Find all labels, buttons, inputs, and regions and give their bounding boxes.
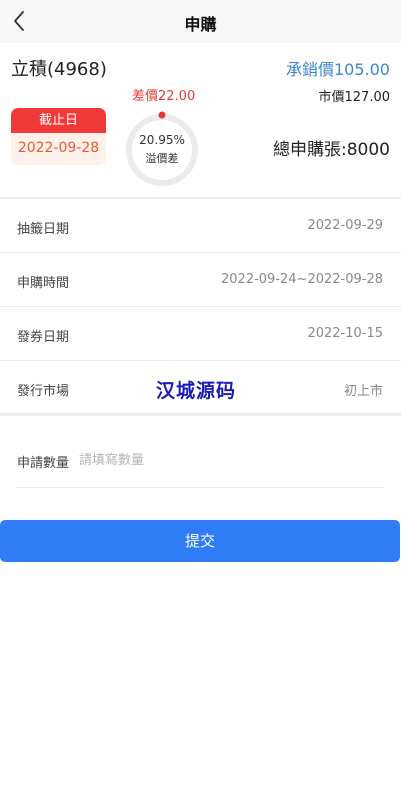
gauge-marker-dot xyxy=(158,111,166,119)
info-label: 發券日期 xyxy=(17,330,70,345)
stock-name: 立積(4968) xyxy=(11,59,107,80)
total-applied: 總申購張:8000 xyxy=(273,140,390,160)
deadline-label: 截止日 xyxy=(11,108,106,133)
info-label: 發行市場 xyxy=(17,384,70,399)
submit-button[interactable]: 提交 xyxy=(0,520,400,562)
deadline-date: 2022-09-28 xyxy=(17,140,100,156)
stock-summary-card: 立積(4968) 承銷價105.00 差價22.00 市價127.00 截止日 … xyxy=(0,43,401,199)
quantity-label: 申請數量 xyxy=(17,456,70,471)
info-label: 抽籤日期 xyxy=(17,222,70,237)
info-row-market: 發行市場 汉城源码 初上市 xyxy=(0,361,401,414)
quantity-input[interactable] xyxy=(79,446,369,474)
gauge-ring xyxy=(126,111,198,186)
premium-label: 溢價差 xyxy=(145,152,179,165)
info-row-subscription-period: 申購時間 2022-09-24~2022-09-28 xyxy=(0,253,401,307)
market-price: 市價127.00 xyxy=(318,90,391,105)
price-difference: 差價22.00 xyxy=(132,89,196,104)
info-row-lottery-date: 抽籤日期 2022-09-29 xyxy=(0,199,401,253)
section-divider xyxy=(0,414,401,416)
info-value: 2022-09-29 xyxy=(307,218,383,233)
info-row-issue-date: 發券日期 2022-10-15 xyxy=(0,307,401,361)
premium-gauge: 20.95% 溢價差 xyxy=(124,109,200,187)
premium-percent: 20.95% xyxy=(139,133,185,147)
watermark-text: 汉城源码 xyxy=(156,380,237,402)
info-value: 2022-10-15 xyxy=(307,326,383,341)
info-list: 抽籤日期 2022-09-29 申購時間 2022-09-24~2022-09-… xyxy=(0,199,401,414)
underwrite-price: 承銷價105.00 xyxy=(286,60,390,79)
navbar: 申購 xyxy=(0,0,401,43)
page-title: 申購 xyxy=(184,15,217,34)
info-label: 申購時間 xyxy=(17,276,70,291)
quantity-row: 申請數量 xyxy=(16,436,384,488)
info-value: 2022-09-24~2022-09-28 xyxy=(221,272,383,287)
info-value: 初上市 xyxy=(343,384,383,399)
deadline-badge: 截止日 2022-09-28 xyxy=(11,108,106,165)
